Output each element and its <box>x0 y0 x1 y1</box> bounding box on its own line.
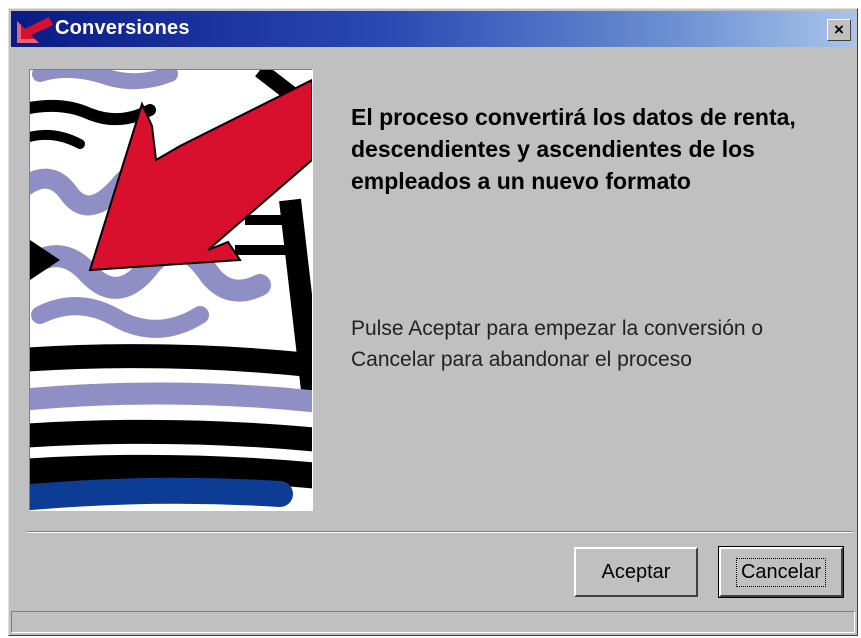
cancel-button[interactable]: Cancelar <box>718 546 844 598</box>
separator-line <box>27 531 853 533</box>
artwork-illustration <box>30 70 312 510</box>
cancel-button-label: Cancelar <box>735 557 827 587</box>
title-bar[interactable]: Conversiones × <box>11 11 855 47</box>
instructions-text: Pulse Aceptar para empezar la conversión… <box>351 317 764 371</box>
accept-button-label: Aceptar <box>601 560 671 583</box>
window-title: Conversiones <box>55 17 190 39</box>
close-icon: × <box>834 20 844 39</box>
wizard-artwork <box>29 69 313 511</box>
status-bar <box>11 611 855 633</box>
red-arrow-icon <box>17 17 53 43</box>
conversion-description: El proceso convertirá los datos de renta… <box>351 104 796 194</box>
close-button[interactable]: × <box>827 19 851 41</box>
conversion-dialog: Conversiones × El proceso convertirá los… <box>8 8 858 636</box>
accept-button[interactable]: Aceptar <box>574 547 698 597</box>
